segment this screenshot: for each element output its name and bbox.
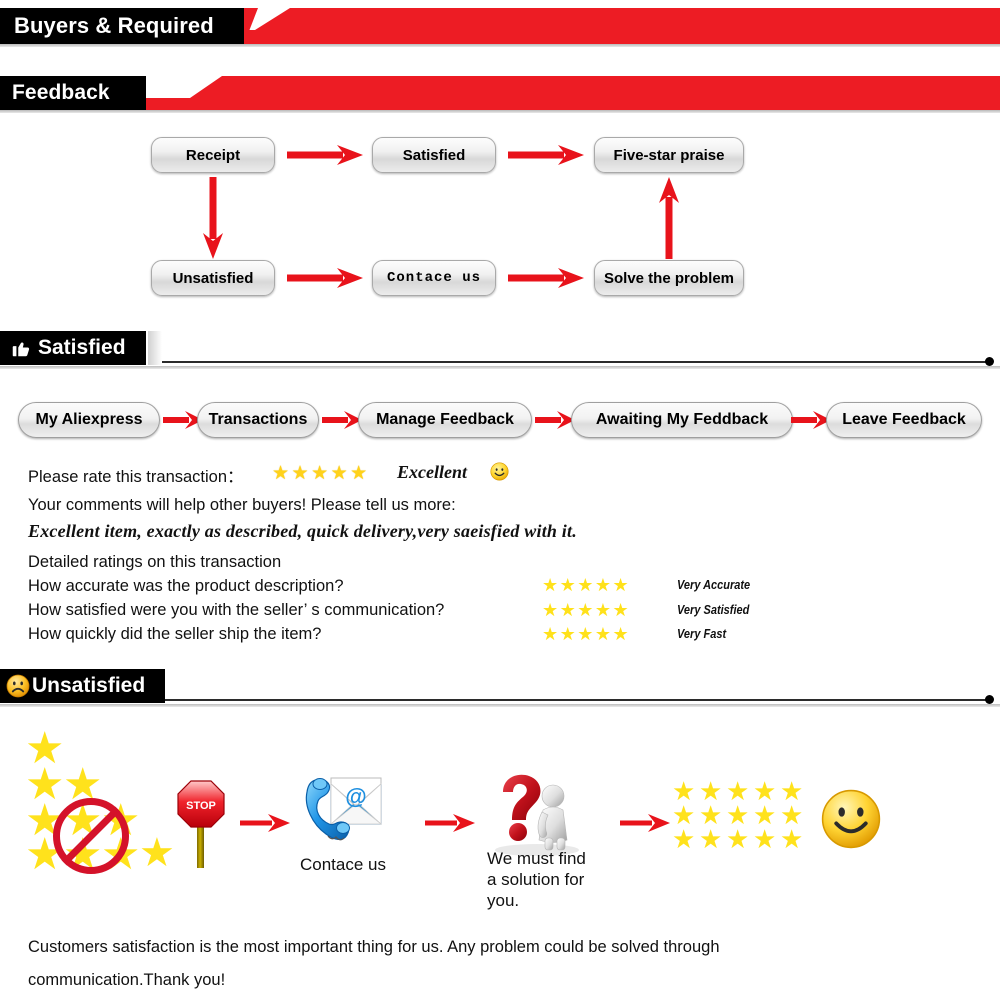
page-root: Buyers & Required Feedback Receipt Satis…: [0, 0, 1000, 1000]
rate-prompt: Please rate this transaction：: [28, 468, 244, 486]
question-caption-line-3: you.: [487, 891, 520, 910]
illus-arrow-3: [620, 814, 670, 832]
unsatisfied-botline: [0, 704, 1000, 707]
footer-line-2: communication.Thank you!: [28, 971, 226, 989]
unsatisfied-rule-dot: [985, 695, 994, 704]
stop-sign-label: STOP: [186, 800, 216, 812]
unsatisfied-illustration: ★ ★ ★ ★ ★ ★ ★ ★ ★ ★ STOP @ Contace us We…: [0, 720, 1000, 930]
flow-node-satisfied[interactable]: Satisfied: [372, 137, 496, 173]
satisfied-tab-shadow: [148, 331, 162, 365]
banner-buyers-title: Buyers & Required: [0, 8, 244, 44]
breadcrumb-my-aliexpress[interactable]: My Aliexpress: [18, 402, 160, 438]
detail-stars-2[interactable]: ★★★★★: [542, 600, 630, 621]
satisfied-rule-dot: [985, 357, 994, 366]
smiley-face-icon: [490, 462, 509, 481]
question-mark-person-icon: [485, 770, 589, 856]
flow-arrow-solve-praise: [659, 177, 679, 259]
detail-label-1: Very Accurate: [677, 578, 751, 592]
detail-question-3: How quickly did the seller ship the item…: [28, 625, 322, 643]
banner-feedback-underline: [0, 110, 1000, 113]
flow-node-unsatisfied[interactable]: Unsatisfied: [151, 260, 275, 296]
detail-label-2: Very Satisfied: [677, 603, 750, 617]
comments-prompt: Your comments will help other buyers! Pl…: [28, 496, 456, 514]
banner-feedback-title: Feedback: [0, 76, 146, 110]
banner-feedback: Feedback: [0, 76, 1000, 113]
five-star-grid-icon: ★ ★ ★ ★ ★ ★ ★ ★ ★ ★ ★ ★ ★ ★ ★: [672, 776, 804, 854]
breadcrumb-transactions[interactable]: Transactions: [197, 402, 319, 438]
crossed-out-stars-icon: ★ ★ ★ ★ ★ ★ ★ ★ ★ ★: [25, 724, 175, 879]
detail-question-2: How satisfied were you with the seller’ …: [28, 601, 445, 619]
flow-node-solve-the-problem[interactable]: Solve the problem: [594, 260, 744, 296]
feedback-flowchart: Receipt Satisfied Five-star praise Unsat…: [0, 125, 1000, 315]
illus-arrow-1: [240, 814, 290, 832]
detailed-ratings-title: Detailed ratings on this transaction: [28, 553, 282, 571]
stop-sign-icon: STOP: [177, 780, 225, 872]
illus-arrow-2: [425, 814, 475, 832]
breadcrumb-manage-feedback[interactable]: Manage Feedback: [358, 402, 532, 438]
flow-node-five-star-praise[interactable]: Five-star praise: [594, 137, 744, 173]
detail-stars-1[interactable]: ★★★★★: [542, 575, 630, 596]
breadcrumb-steps: My Aliexpress Transactions Manage Feedba…: [0, 402, 1000, 442]
question-caption-line-1: We must find: [487, 849, 586, 868]
satisfied-rule: [150, 361, 990, 363]
flow-arrow-receipt-unsatisfied: [203, 177, 223, 259]
sad-face-icon: [6, 674, 30, 698]
phone-email-icon: @: [298, 770, 384, 850]
flow-node-receipt[interactable]: Receipt: [151, 137, 275, 173]
unsatisfied-tab: Unsatisfied: [0, 669, 166, 703]
flow-arrow-contact-solve: [508, 268, 584, 288]
detail-stars-3[interactable]: ★★★★★: [542, 624, 630, 645]
smiley-face-icon: [820, 788, 882, 850]
detail-label-3: Very Fast: [677, 627, 727, 641]
satisfied-tab: Satisfied: [0, 331, 146, 365]
satisfied-title: Satisfied: [38, 336, 126, 359]
comment-text: Excellent item, exactly as described, qu…: [28, 521, 577, 541]
svg-text:@: @: [345, 784, 366, 809]
flow-arrow-satisfied-praise: [508, 145, 584, 165]
rate-verdict: Excellent: [397, 462, 467, 482]
banner-buyers-required: Buyers & Required: [0, 8, 1000, 47]
section-header-unsatisfied: Unsatisfied: [0, 669, 1000, 707]
breadcrumb-arrow-3: [535, 411, 575, 429]
breadcrumb-leave-feedback[interactable]: Leave Feedback: [826, 402, 982, 438]
section-header-satisfied: Satisfied: [0, 331, 1000, 369]
contact-caption: Contace us: [300, 855, 386, 874]
detail-question-1: How accurate was the product description…: [28, 577, 344, 595]
unsatisfied-title: Unsatisfied: [32, 674, 146, 697]
banner-buyers-underline: [0, 44, 1000, 47]
breadcrumb-arrow-4: [791, 411, 831, 429]
flow-arrow-receipt-satisfied: [287, 145, 363, 165]
flow-arrow-unsatisfied-contact: [287, 268, 363, 288]
rate-stars[interactable]: ★★★★★: [272, 462, 370, 485]
breadcrumb-arrow-2: [322, 411, 362, 429]
breadcrumb-awaiting-my-feedback[interactable]: Awaiting My Feddback: [571, 402, 793, 438]
thumbs-up-icon: [10, 337, 32, 359]
satisfied-botline: [0, 366, 1000, 369]
question-caption: We must find a solution for you.: [487, 848, 617, 911]
question-caption-line-2: a solution for: [487, 870, 585, 889]
unsatisfied-rule: [150, 699, 990, 701]
banner-red-shape: [0, 76, 1000, 110]
flow-node-contace-us[interactable]: Contace us: [372, 260, 496, 296]
